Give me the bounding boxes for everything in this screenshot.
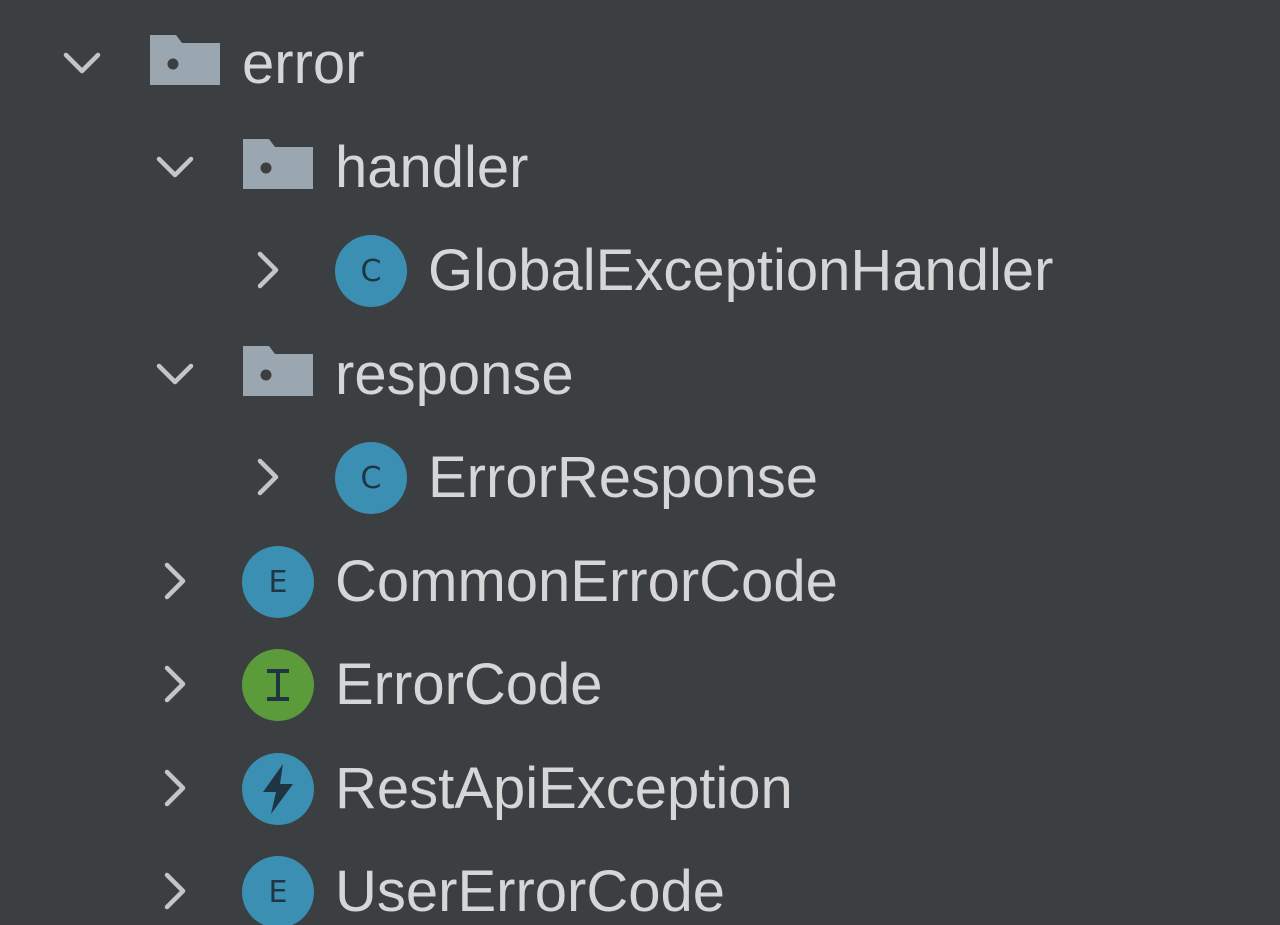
tree-item-label: ErrorResponse	[428, 445, 819, 510]
tree-item-label: UserErrorCode	[335, 859, 725, 924]
tree-item-label: error	[242, 31, 365, 96]
chevron-down-icon[interactable]	[58, 39, 106, 87]
interface-icon	[241, 648, 315, 722]
project-tree: error handler C GlobalExceptionHandler respo…	[0, 0, 1280, 925]
tree-row-error-code[interactable]: ErrorCode	[0, 633, 1280, 736]
enum-icon: E	[241, 545, 315, 619]
tree-item-label: ErrorCode	[335, 652, 603, 717]
tree-item-label: handler	[335, 134, 529, 200]
class-icon: C	[334, 441, 408, 515]
chevron-right-icon[interactable]	[244, 246, 292, 294]
package-folder-icon	[148, 27, 222, 101]
tree-row-error[interactable]: error	[0, 12, 1280, 115]
svg-text:E: E	[269, 875, 288, 910]
tree-row-global-exception-handler[interactable]: C GlobalExceptionHandler	[0, 219, 1280, 322]
chevron-right-icon[interactable]	[244, 453, 292, 501]
package-folder-icon	[241, 131, 315, 205]
chevron-down-icon[interactable]	[151, 143, 199, 191]
chevron-right-icon[interactable]	[151, 764, 199, 812]
package-folder-icon	[241, 338, 315, 412]
tree-row-handler[interactable]: handler	[0, 116, 1280, 219]
chevron-down-icon[interactable]	[151, 350, 199, 398]
chevron-right-icon[interactable]	[151, 557, 199, 605]
svg-text:E: E	[269, 565, 288, 600]
class-icon: C	[334, 234, 408, 308]
tree-row-response[interactable]: response	[0, 323, 1280, 426]
tree-item-label: RestApiException	[335, 755, 793, 821]
svg-text:C: C	[361, 254, 382, 289]
tree-item-label: GlobalExceptionHandler	[428, 238, 1054, 303]
tree-item-label: response	[335, 341, 574, 407]
tree-item-label: CommonErrorCode	[335, 548, 838, 614]
enum-icon: E	[241, 855, 315, 925]
svg-text:C: C	[361, 461, 382, 496]
chevron-right-icon[interactable]	[151, 867, 199, 915]
tree-row-error-response[interactable]: C ErrorResponse	[0, 426, 1280, 529]
tree-row-rest-api-exception[interactable]: RestApiException	[0, 737, 1280, 840]
tree-row-common-error-code[interactable]: E CommonErrorCode	[0, 530, 1280, 633]
chevron-right-icon[interactable]	[151, 660, 199, 708]
tree-row-user-error-code[interactable]: E UserErrorCode	[0, 840, 1280, 925]
exception-icon	[241, 752, 315, 826]
